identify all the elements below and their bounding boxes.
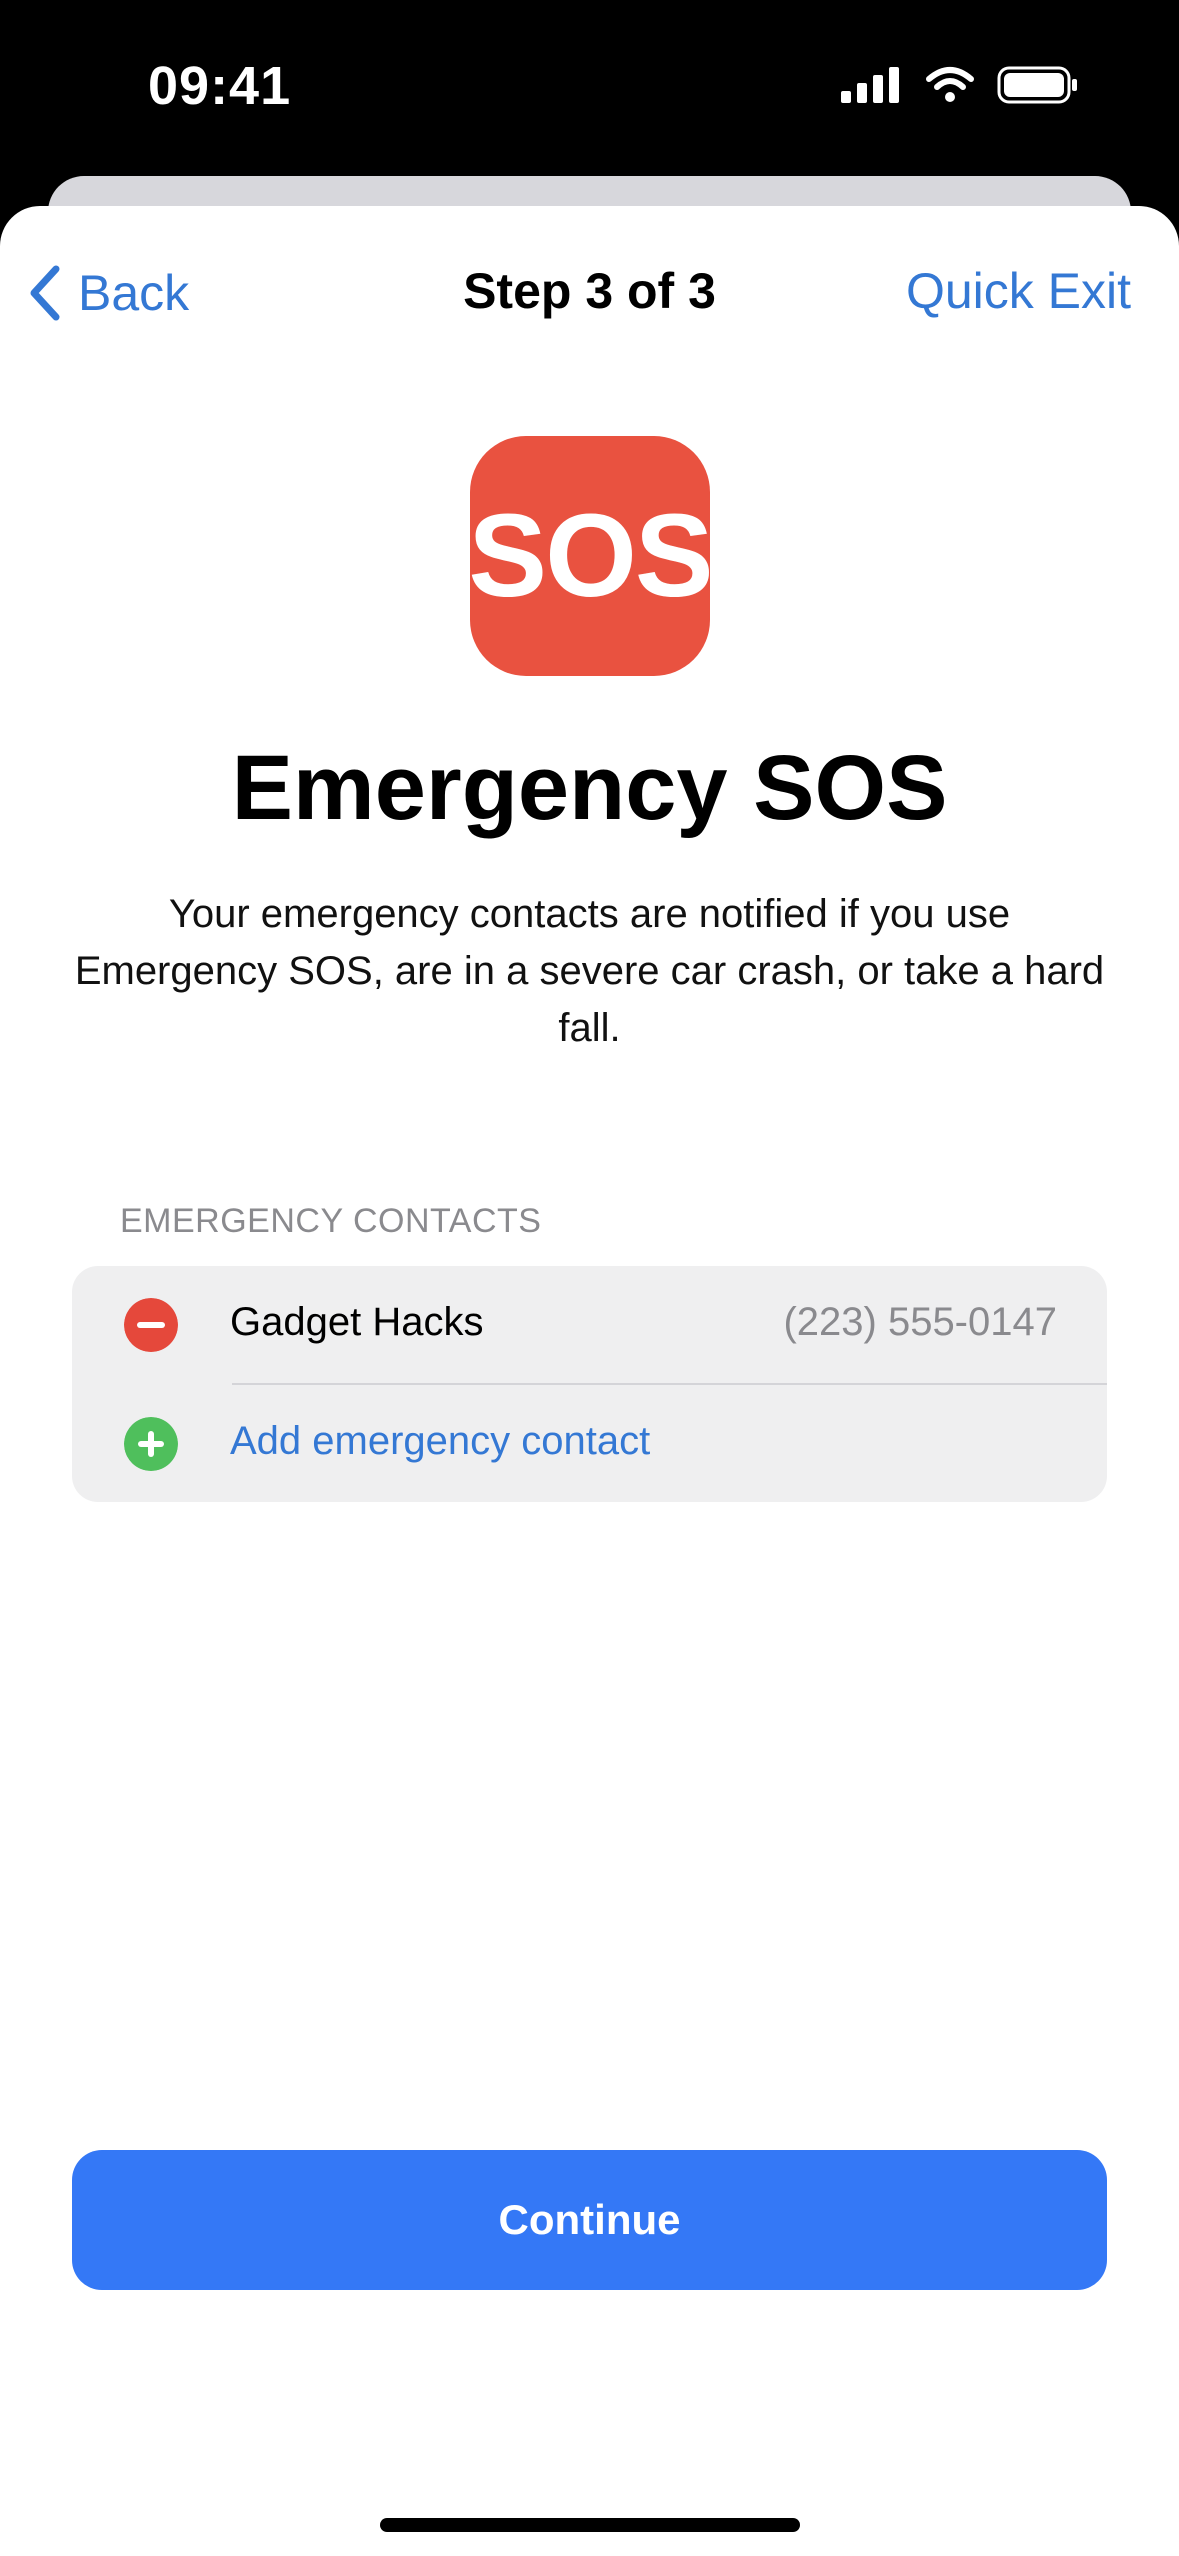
quick-exit-button[interactable]: Quick Exit: [906, 262, 1131, 320]
add-contact-row[interactable]: Add emergency contact: [72, 1385, 1107, 1502]
status-icons: [841, 60, 1079, 110]
status-time: 09:41: [148, 56, 292, 116]
page-title: Emergency SOS: [231, 737, 948, 839]
emergency-contacts-list: Gadget Hacks (223) 555-0147 Add emergenc…: [72, 1266, 1107, 1502]
cellular-signal-icon: [841, 67, 899, 103]
continue-button[interactable]: Continue: [72, 2150, 1107, 2290]
page-description: Your emergency contacts are notified if …: [74, 892, 1105, 1050]
sos-app-icon: SOS: [468, 436, 714, 676]
section-header: EMERGENCY CONTACTS: [120, 1202, 542, 1240]
wifi-icon: [926, 67, 974, 102]
remove-icon[interactable]: [124, 1298, 178, 1352]
screen: 09:41 Back Step 3 of 3 Quick Exit SOS Em…: [0, 0, 1179, 2556]
add-icon[interactable]: [124, 1417, 178, 1471]
battery-icon: [997, 66, 1077, 104]
add-contact-label: Add emergency contact: [230, 1419, 651, 1463]
sos-icon-text: SOS: [468, 490, 713, 622]
navigation-bar: Back Step 3 of 3 Quick Exit: [0, 206, 1179, 376]
contact-name: Gadget Hacks: [230, 1300, 484, 1344]
home-indicator: [380, 2518, 800, 2532]
setup-sheet: Back Step 3 of 3 Quick Exit SOS Emergenc…: [0, 206, 1179, 2556]
contact-phone: (223) 555-0147: [783, 1300, 1057, 1344]
status-bar: 09:41: [0, 0, 1179, 170]
contact-row[interactable]: Gadget Hacks (223) 555-0147: [72, 1266, 1107, 1385]
